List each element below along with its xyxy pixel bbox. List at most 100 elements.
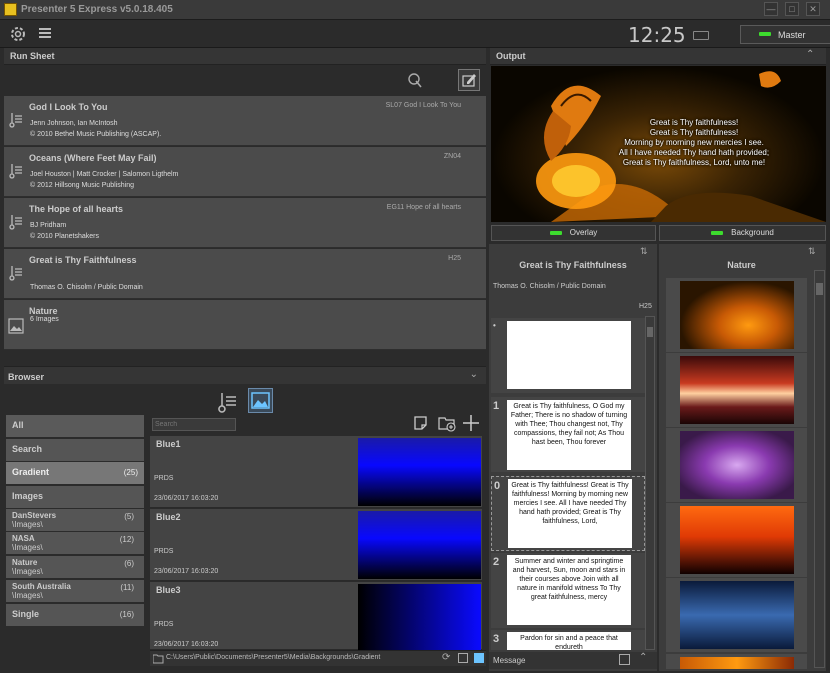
- media-date: 23/06/2017 16:03:20: [154, 568, 219, 575]
- collapse-output-icon[interactable]: ⌃: [806, 49, 814, 60]
- background-toggle-button[interactable]: Background: [659, 225, 826, 241]
- lyric-line: Great is Thy faithfulness, Lord, unto me…: [622, 158, 766, 167]
- nature-sort-icon[interactable]: ⇅: [808, 246, 816, 257]
- path-bar: C:\Users\Public\Documents\Presenter5\Med…: [150, 650, 486, 666]
- folder-name: South Australia: [12, 582, 71, 591]
- nature-scrollbar[interactable]: [814, 270, 825, 668]
- add-folder-icon[interactable]: [437, 413, 457, 433]
- item-authors: BJ Pridham: [30, 222, 67, 229]
- category-images[interactable]: Images: [6, 486, 144, 508]
- chevron-down-icon[interactable]: ⌄: [470, 369, 478, 380]
- add-plus-icon[interactable]: [461, 413, 481, 433]
- folder-name: Nature: [12, 558, 38, 567]
- folder-icon: [153, 654, 164, 664]
- run-sheet-header: Run Sheet: [4, 48, 486, 65]
- pointer-select-icon[interactable]: [406, 72, 424, 90]
- nature-image-item[interactable]: [666, 278, 807, 352]
- slide-text: [507, 321, 631, 389]
- browser-media-item[interactable]: Blue3 PRDS 23/06/2017 16:03:20: [150, 582, 482, 650]
- nature-image-item[interactable]: [666, 503, 807, 577]
- background-label: Background: [731, 228, 774, 237]
- butterfly-flower-thumbnail: [680, 281, 794, 349]
- refresh-icon[interactable]: ⟳: [442, 652, 450, 663]
- list-view-icon[interactable]: [458, 653, 468, 663]
- media-date: 23/06/2017 16:03:20: [154, 641, 219, 648]
- slide-number: 1: [493, 400, 500, 412]
- sunset-clouds-thumbnail: [680, 356, 794, 424]
- settings-gear-icon[interactable]: [8, 24, 28, 44]
- overlay-toggle-button[interactable]: Overlay: [491, 225, 656, 241]
- slide-thumbnail[interactable]: 3 Pardon for sin and a peace that endure…: [491, 630, 645, 650]
- images-tab-icon[interactable]: [248, 388, 273, 413]
- run-sheet-item[interactable]: The Hope of all hearts EG11 Hope of all …: [4, 198, 486, 248]
- category-gradient[interactable]: Gradient (25): [6, 462, 144, 484]
- new-note-icon[interactable]: [412, 414, 430, 432]
- subfolder-nasa[interactable]: NASA \Images\ (12): [6, 532, 144, 554]
- close-button[interactable]: ✕: [806, 2, 820, 16]
- edit-message-icon[interactable]: [619, 654, 630, 665]
- category-single[interactable]: Single (16): [6, 604, 144, 626]
- song-code: H25: [639, 303, 652, 310]
- music-note-icon: [9, 113, 22, 128]
- slide-number: 3: [493, 633, 500, 645]
- minimize-button[interactable]: —: [764, 2, 778, 16]
- nature-image-item[interactable]: [666, 353, 807, 427]
- background-status-led: [711, 230, 724, 235]
- media-source: PRDS: [154, 621, 174, 628]
- item-title: Great is Thy Faithfulness: [29, 255, 137, 265]
- item-copyright: © 2010 Planetshakers: [30, 233, 99, 240]
- run-sheet-item[interactable]: Great is Thy Faithfulness H25 Thomas O. …: [4, 249, 486, 299]
- edit-item-icon[interactable]: [458, 69, 480, 91]
- slide-text: Pardon for sin and a peace that endureth: [507, 632, 631, 650]
- master-button[interactable]: Master: [740, 25, 830, 44]
- grid-view-icon[interactable]: [474, 653, 484, 663]
- chevron-up-icon[interactable]: ⌃: [639, 652, 647, 663]
- browser-media-item[interactable]: Blue2 PRDS 23/06/2017 16:03:20: [150, 509, 482, 581]
- slide-thumbnail[interactable]: •: [491, 318, 645, 393]
- song-author: Thomas O. Chisolm / Public Domain: [493, 283, 606, 290]
- slide-text: Great is Thy faithfulness! Great is Thy …: [508, 479, 632, 548]
- category-search[interactable]: Search: [6, 439, 144, 461]
- browser-header[interactable]: Browser ⌄: [4, 366, 486, 384]
- run-sheet-item[interactable]: Nature 6 Images: [4, 300, 486, 350]
- item-code: EG11 Hope of all hearts: [386, 204, 461, 211]
- folder-path: \Images\: [12, 567, 43, 576]
- slide-number: •: [493, 321, 496, 330]
- maximize-button[interactable]: □: [785, 2, 799, 16]
- music-note-icon: [9, 164, 22, 179]
- nature-image-item[interactable]: [666, 654, 807, 669]
- run-sheet-item[interactable]: God I Look To You SL07 God I Look To You…: [4, 96, 486, 146]
- item-title: The Hope of all hearts: [29, 204, 124, 214]
- item-copyright: © 2012 Hillsong Music Publishing: [30, 182, 134, 189]
- slide-thumbnail[interactable]: 2 Summer and winter and springtime and h…: [491, 553, 645, 628]
- scrollbar-thumb[interactable]: [816, 283, 823, 295]
- slide-thumbnail[interactable]: 1 Great is Thy faithfulness, O God my Fa…: [491, 397, 645, 472]
- overlay-status-led: [549, 230, 562, 235]
- tree-reflection-thumbnail: [680, 581, 794, 649]
- subfolder-nature[interactable]: Nature \Images\ (6): [6, 556, 144, 578]
- folder-count: (5): [124, 512, 134, 521]
- slides-scrollbar[interactable]: [645, 316, 655, 650]
- lyric-line: Great is Thy faithfulness!: [649, 118, 739, 127]
- list-menu-icon[interactable]: [38, 26, 52, 40]
- song-sort-icon[interactable]: ⇅: [640, 246, 648, 257]
- nature-image-item[interactable]: [666, 578, 807, 652]
- music-note-icon: [9, 266, 22, 281]
- slide-text: Great is Thy faithfulness, O God my Fath…: [507, 400, 631, 470]
- browser-search-input[interactable]: [152, 418, 236, 431]
- category-count: (16): [119, 610, 134, 619]
- scrollbar-thumb[interactable]: [647, 327, 653, 337]
- purple-trees-thumbnail: [680, 431, 794, 499]
- run-sheet-item[interactable]: Oceans (Where Feet May Fail) ZN04 Joel H…: [4, 147, 486, 197]
- output-header: Output: [490, 48, 826, 65]
- subfolder-danstevers[interactable]: DanStevers \Images\ (5): [6, 509, 144, 531]
- nature-image-item[interactable]: [666, 428, 807, 502]
- folder-path: \Images\: [12, 520, 43, 529]
- songs-tab-music-icon[interactable]: [216, 389, 240, 413]
- category-all[interactable]: All: [6, 415, 144, 437]
- browser-media-item[interactable]: Blue1 PRDS 23/06/2017 16:03:20: [150, 436, 482, 508]
- media-title: Blue3: [156, 585, 181, 595]
- keyboard-icon[interactable]: [693, 31, 709, 40]
- slide-thumbnail-active[interactable]: 0 Great is Thy faithfulness! Great is Th…: [491, 476, 645, 551]
- subfolder-south-australia[interactable]: South Australia \Images\ (11): [6, 580, 144, 602]
